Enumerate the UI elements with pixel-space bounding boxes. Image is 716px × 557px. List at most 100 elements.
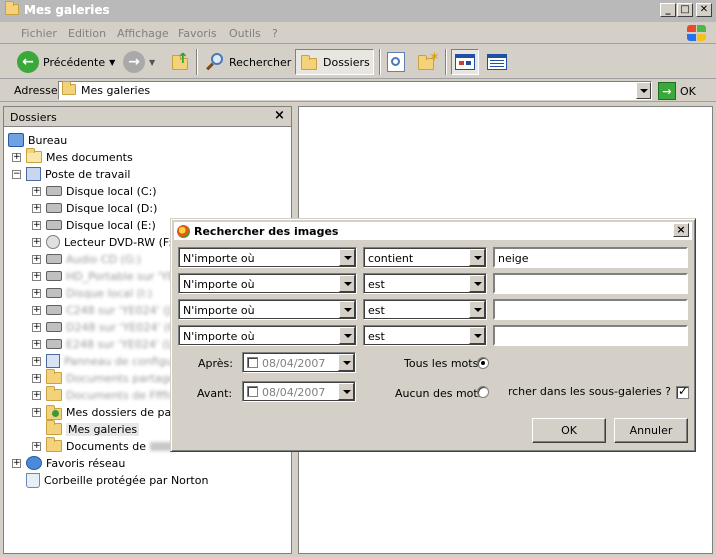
chevron-down-icon	[339, 301, 355, 318]
operator-select-3[interactable]: est	[363, 299, 487, 320]
field-select-1[interactable]: N'importe où	[178, 247, 357, 268]
tree-item-mes-documents[interactable]: Mes documents	[26, 148, 133, 165]
view-details-button[interactable]	[484, 49, 510, 75]
documents-folder-icon	[26, 148, 42, 163]
menu-favoris[interactable]: Favoris	[178, 27, 217, 40]
up-folder-button[interactable]: ↑	[168, 49, 194, 75]
folders-button[interactable]: Dossiers	[295, 49, 374, 75]
tree-item-network-drive[interactable]: E248 sur 'YE024' (L:)	[46, 336, 181, 352]
folder-icon	[46, 386, 62, 401]
before-date-picker[interactable]: 08/04/2007	[242, 381, 356, 402]
field-select-2[interactable]: N'importe où	[178, 273, 357, 294]
menu-affichage[interactable]: Affichage	[117, 27, 169, 40]
any-words-radio[interactable]	[477, 386, 489, 398]
expand-icon[interactable]: +	[32, 204, 41, 213]
operator-select-1[interactable]: contient	[363, 247, 487, 268]
tree-item-mes-galeries[interactable]: Mes galeries	[46, 420, 140, 437]
new-folder-button[interactable]: ✶	[413, 49, 441, 75]
view-thumbnails-button[interactable]	[451, 49, 479, 75]
chevron-down-icon	[469, 249, 485, 266]
tree-item-favoris-reseau[interactable]: Favoris réseau	[26, 455, 125, 471]
expand-icon[interactable]: +	[12, 459, 21, 468]
address-dropdown-arrow[interactable]	[636, 82, 651, 99]
value-input-3[interactable]	[493, 299, 688, 320]
menu-fichier[interactable]: Fichier	[21, 27, 57, 40]
tree-item-poste-de-travail[interactable]: Poste de travail	[26, 166, 130, 182]
close-pane-icon[interactable]: ×	[274, 108, 285, 123]
expand-icon[interactable]: +	[32, 374, 41, 383]
forward-button[interactable]: → ▼	[120, 49, 158, 75]
shared-folder-icon	[46, 405, 62, 420]
operator-select-2[interactable]: est	[363, 273, 487, 294]
all-words-radio[interactable]	[477, 357, 489, 369]
address-field[interactable]: Mes galeries	[58, 81, 652, 100]
back-button[interactable]: ← Précédente ▼	[14, 49, 118, 75]
operator-select-value: est	[368, 330, 385, 343]
tree-item-label: Disque local (E:)	[66, 218, 156, 232]
tree-item-label: Disque local (C:)	[66, 184, 157, 198]
search-label: Rechercher	[229, 55, 292, 69]
tree-item-network-drive[interactable]: D248 sur 'YE024' (K:)	[46, 319, 183, 335]
value-input-2[interactable]	[493, 273, 688, 294]
expand-icon[interactable]: +	[32, 221, 41, 230]
expand-icon[interactable]: +	[32, 408, 41, 417]
field-select-3[interactable]: N'importe où	[178, 299, 357, 320]
before-date-checkbox[interactable]	[247, 386, 258, 397]
ok-button[interactable]: OK	[532, 418, 606, 443]
expand-icon[interactable]: +	[32, 323, 41, 332]
menu-edition[interactable]: Edition	[68, 27, 106, 40]
menu-help[interactable]: ?	[272, 27, 278, 40]
network-drive-icon	[46, 271, 62, 281]
after-date-checkbox[interactable]	[247, 357, 258, 368]
expand-icon[interactable]: +	[32, 442, 41, 451]
expand-icon[interactable]: +	[32, 306, 41, 315]
dialog-close-button[interactable]: ×	[673, 223, 689, 237]
expand-icon[interactable]: +	[32, 340, 41, 349]
value-input-4[interactable]	[493, 325, 688, 346]
checkmark-icon: ✓	[678, 384, 689, 398]
tree-item-network-drive[interactable]: C248 sur 'YE024' (J:)	[46, 302, 179, 318]
tree-item-disque-c[interactable]: Disque local (C:)	[46, 183, 157, 199]
expand-icon[interactable]: +	[32, 187, 41, 196]
tree-item-disque-e[interactable]: Disque local (E:)	[46, 217, 156, 233]
tree-item-user-docs[interactable]: Documents de Ffffc	[46, 386, 173, 403]
minimize-button[interactable]: _	[660, 3, 676, 17]
maximize-button[interactable]: □	[677, 3, 693, 17]
operator-select-4[interactable]: est	[363, 325, 487, 346]
close-button[interactable]: ✕	[696, 3, 712, 17]
collapse-icon[interactable]: −	[12, 170, 21, 179]
menu-outils[interactable]: Outils	[229, 27, 261, 40]
search-files-button[interactable]	[384, 49, 408, 75]
back-arrow-icon: ←	[17, 51, 39, 73]
tree-item-dvd[interactable]: Lecteur DVD-RW (F:)	[46, 234, 176, 250]
cancel-button[interactable]: Annuler	[614, 418, 688, 443]
tree-item-disque-d[interactable]: Disque local (D:)	[46, 200, 157, 216]
expand-icon[interactable]: +	[12, 153, 21, 162]
tree-item-disque-i[interactable]: Disque local (I:)	[46, 285, 152, 301]
tree-item-corbeille[interactable]: Corbeille protégée par Norton	[26, 472, 208, 488]
tree-item-label: C248 sur 'YE024' (J:)	[66, 303, 179, 317]
expand-icon[interactable]: +	[32, 391, 41, 400]
expand-icon[interactable]: +	[32, 238, 41, 247]
field-select-value: N'importe où	[183, 278, 255, 291]
tree-item-label: Lecteur DVD-RW (F:)	[64, 235, 177, 249]
go-button[interactable]: → OK	[658, 81, 696, 101]
folders-label: Dossiers	[323, 55, 370, 69]
tree-item-documents-de[interactable]: Documents de	[46, 437, 174, 454]
tree-item-audio-cd[interactable]: Audio CD (G:)	[46, 251, 141, 267]
expand-icon[interactable]: +	[32, 289, 41, 298]
computer-icon	[26, 167, 41, 181]
subgalleries-checkbox[interactable]: ✓	[676, 384, 689, 399]
expand-icon[interactable]: +	[32, 272, 41, 281]
address-label: Adresse	[14, 84, 58, 97]
tree-item-mes-dossiers-partages[interactable]: Mes dossiers de parta	[46, 404, 187, 420]
field-select-4[interactable]: N'importe où	[178, 325, 357, 346]
network-drive-icon	[46, 339, 62, 349]
search-button[interactable]: Rechercher	[202, 49, 294, 75]
expand-icon[interactable]: +	[32, 357, 41, 366]
tree-item-shared-docs[interactable]: Documents partagés	[46, 369, 181, 386]
after-date-picker[interactable]: 08/04/2007	[242, 352, 356, 373]
tree-item-bureau[interactable]: Bureau	[8, 132, 67, 148]
value-input-1[interactable]: neige	[493, 247, 688, 268]
expand-icon[interactable]: +	[32, 255, 41, 264]
